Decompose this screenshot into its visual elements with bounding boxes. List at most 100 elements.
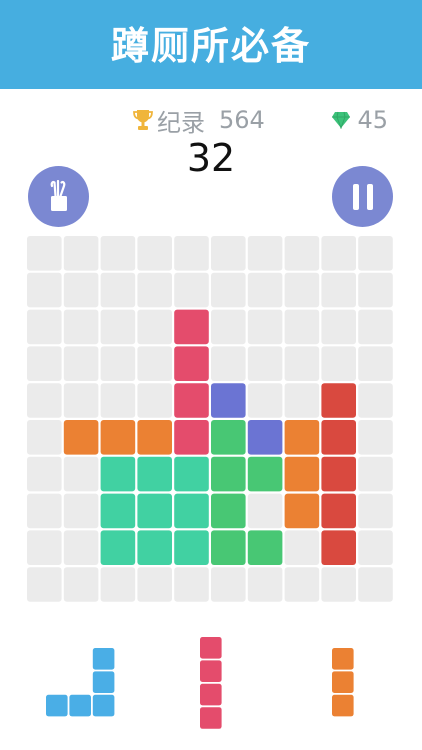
empty-cell[interactable] xyxy=(63,272,99,308)
empty-cell[interactable] xyxy=(27,383,62,418)
filled-cell[interactable] xyxy=(100,420,136,455)
empty-cell[interactable] xyxy=(63,530,99,565)
empty-cell[interactable] xyxy=(100,567,136,602)
filled-cell[interactable] xyxy=(174,309,209,345)
filled-cell[interactable] xyxy=(284,493,320,529)
empty-cell[interactable] xyxy=(63,493,99,529)
filled-cell[interactable] xyxy=(321,383,356,418)
empty-cell[interactable] xyxy=(63,236,99,271)
empty-cell[interactable] xyxy=(358,420,393,455)
empty-cell[interactable] xyxy=(174,236,209,271)
empty-cell[interactable] xyxy=(27,493,62,529)
empty-cell[interactable] xyxy=(247,567,283,602)
filled-cell[interactable] xyxy=(137,456,172,492)
empty-cell[interactable] xyxy=(137,346,172,381)
empty-cell[interactable] xyxy=(211,309,246,345)
filled-cell[interactable] xyxy=(137,420,172,455)
empty-cell[interactable] xyxy=(358,493,393,529)
filled-cell[interactable] xyxy=(100,493,136,529)
empty-cell[interactable] xyxy=(284,236,320,271)
empty-cell[interactable] xyxy=(358,383,393,418)
filled-cell[interactable] xyxy=(284,456,320,492)
tray-piece-i3[interactable] xyxy=(332,648,354,717)
empty-cell[interactable] xyxy=(321,309,356,345)
filled-cell[interactable] xyxy=(174,420,209,455)
empty-cell[interactable] xyxy=(247,236,283,271)
empty-cell[interactable] xyxy=(211,567,246,602)
tray-piece-j[interactable] xyxy=(46,648,115,717)
filled-cell[interactable] xyxy=(247,456,283,492)
empty-cell[interactable] xyxy=(174,567,209,602)
filled-cell[interactable] xyxy=(211,420,246,455)
empty-cell[interactable] xyxy=(27,346,62,381)
empty-cell[interactable] xyxy=(137,309,172,345)
empty-cell[interactable] xyxy=(284,272,320,308)
empty-cell[interactable] xyxy=(321,567,356,602)
empty-cell[interactable] xyxy=(63,346,99,381)
empty-cell[interactable] xyxy=(27,420,62,455)
empty-cell[interactable] xyxy=(137,236,172,271)
empty-cell[interactable] xyxy=(137,567,172,602)
filled-cell[interactable] xyxy=(174,456,209,492)
empty-cell[interactable] xyxy=(27,456,62,492)
empty-cell[interactable] xyxy=(211,346,246,381)
empty-cell[interactable] xyxy=(321,236,356,271)
empty-cell[interactable] xyxy=(174,272,209,308)
filled-cell[interactable] xyxy=(211,530,246,565)
hammer-button[interactable] xyxy=(28,166,89,227)
empty-cell[interactable] xyxy=(284,346,320,381)
empty-cell[interactable] xyxy=(100,272,136,308)
empty-cell[interactable] xyxy=(27,272,62,308)
empty-cell[interactable] xyxy=(100,236,136,271)
filled-cell[interactable] xyxy=(321,493,356,529)
filled-cell[interactable] xyxy=(247,530,283,565)
empty-cell[interactable] xyxy=(358,346,393,381)
filled-cell[interactable] xyxy=(174,383,209,418)
empty-cell[interactable] xyxy=(211,272,246,308)
filled-cell[interactable] xyxy=(321,530,356,565)
empty-cell[interactable] xyxy=(247,309,283,345)
empty-cell[interactable] xyxy=(358,236,393,271)
empty-cell[interactable] xyxy=(100,309,136,345)
empty-cell[interactable] xyxy=(27,530,62,565)
empty-cell[interactable] xyxy=(358,567,393,602)
empty-cell[interactable] xyxy=(284,567,320,602)
filled-cell[interactable] xyxy=(211,456,246,492)
empty-cell[interactable] xyxy=(137,272,172,308)
empty-cell[interactable] xyxy=(63,309,99,345)
filled-cell[interactable] xyxy=(321,420,356,455)
filled-cell[interactable] xyxy=(100,456,136,492)
tray-piece-i4[interactable] xyxy=(200,637,222,729)
empty-cell[interactable] xyxy=(27,309,62,345)
empty-cell[interactable] xyxy=(211,236,246,271)
empty-cell[interactable] xyxy=(247,272,283,308)
filled-cell[interactable] xyxy=(100,530,136,565)
filled-cell[interactable] xyxy=(137,493,172,529)
filled-cell[interactable] xyxy=(137,530,172,565)
empty-cell[interactable] xyxy=(284,383,320,418)
filled-cell[interactable] xyxy=(174,493,209,529)
filled-cell[interactable] xyxy=(174,530,209,565)
empty-cell[interactable] xyxy=(63,456,99,492)
empty-cell[interactable] xyxy=(358,309,393,345)
empty-cell[interactable] xyxy=(100,346,136,381)
filled-cell[interactable] xyxy=(211,493,246,529)
empty-cell[interactable] xyxy=(27,567,62,602)
empty-cell[interactable] xyxy=(284,530,320,565)
filled-cell[interactable] xyxy=(211,383,246,418)
empty-cell[interactable] xyxy=(63,383,99,418)
filled-cell[interactable] xyxy=(174,346,209,381)
empty-cell[interactable] xyxy=(63,567,99,602)
empty-cell[interactable] xyxy=(100,383,136,418)
filled-cell[interactable] xyxy=(321,456,356,492)
empty-cell[interactable] xyxy=(321,346,356,381)
empty-cell[interactable] xyxy=(137,383,172,418)
empty-cell[interactable] xyxy=(321,272,356,308)
empty-cell[interactable] xyxy=(358,272,393,308)
filled-cell[interactable] xyxy=(284,420,320,455)
pause-button[interactable] xyxy=(332,166,393,227)
empty-cell[interactable] xyxy=(358,530,393,565)
empty-cell[interactable] xyxy=(247,383,283,418)
empty-cell[interactable] xyxy=(247,346,283,381)
filled-cell[interactable] xyxy=(63,420,99,455)
